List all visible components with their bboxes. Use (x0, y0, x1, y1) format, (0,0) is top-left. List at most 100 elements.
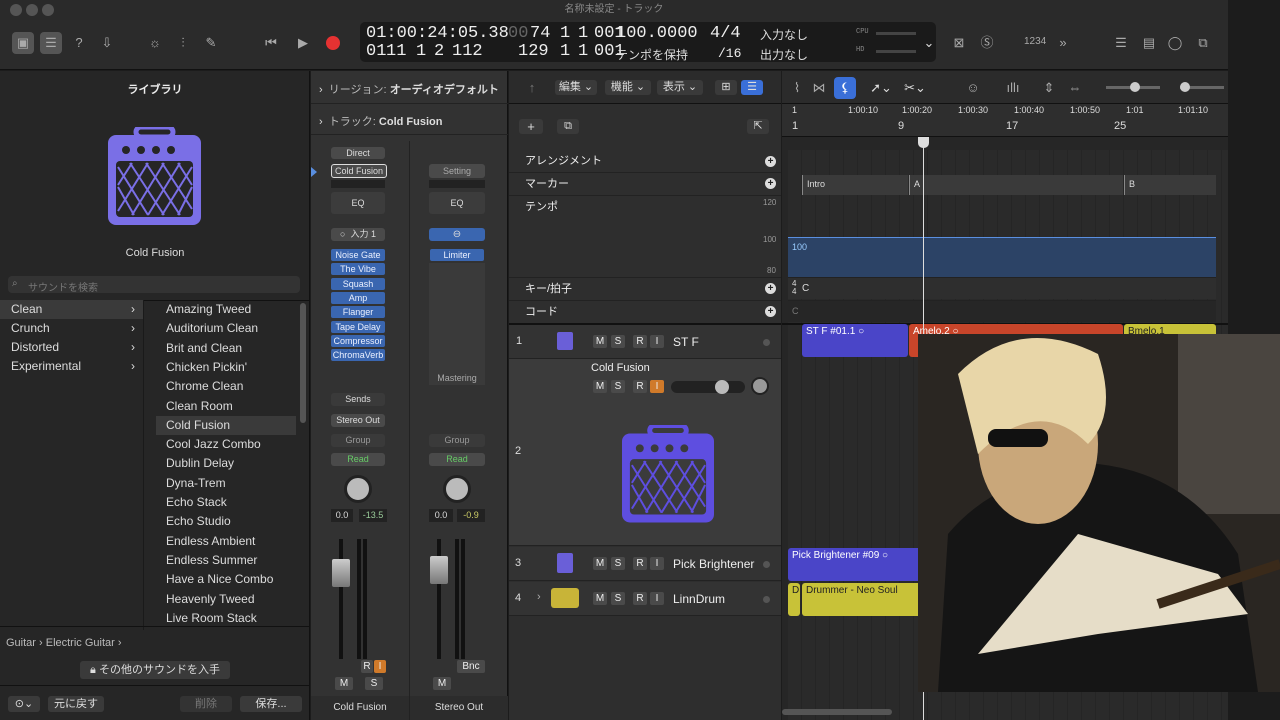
marker-intro[interactable]: Intro (802, 175, 908, 195)
pan-knob[interactable] (344, 475, 372, 503)
horizontal-fit-icon[interactable]: ⇔ (1064, 77, 1086, 99)
marker-a[interactable]: A (909, 175, 1123, 195)
list-icon[interactable]: ☰ (1110, 32, 1132, 54)
sound-item[interactable]: Heavenly Tweed (156, 590, 296, 609)
track-header[interactable]: 4 › M S R I LinnDrum (509, 582, 781, 616)
sound-item[interactable]: Cold Fusion (156, 415, 296, 435)
sound-item[interactable]: Brit and Clean (156, 339, 296, 358)
playhead-handle[interactable] (918, 137, 929, 148)
add-track-button[interactable]: + (519, 119, 543, 134)
tempo-curve[interactable]: 100 (788, 237, 1216, 277)
input-monitor-button[interactable]: I (650, 335, 664, 348)
automation-mode[interactable]: Read (429, 453, 485, 466)
chord-lane[interactable]: C (788, 300, 1216, 322)
solo-button[interactable]: S (611, 380, 625, 393)
add-chord-icon[interactable]: + (765, 306, 776, 317)
sound-item[interactable]: Dublin Delay (156, 454, 296, 473)
plugin-slot[interactable]: Flanger (331, 306, 385, 319)
lcd-tempo[interactable]: 100.0000 (616, 24, 698, 43)
play-icon[interactable]: ▶ (292, 32, 314, 54)
lcd-signature[interactable]: 4/4 (710, 24, 741, 43)
plugin-slot[interactable]: ChromaVerb (331, 349, 385, 362)
solo-button[interactable]: S (611, 557, 625, 570)
volume-fader[interactable] (332, 559, 350, 587)
track-name[interactable]: ST F (673, 335, 699, 349)
pointer-tool-icon[interactable]: ➚⌄ (870, 77, 892, 99)
record-enable-button[interactable]: R (633, 335, 647, 348)
smiley-menu-icon[interactable]: ☺⌄ (962, 77, 984, 117)
count-in-toggle[interactable]: 1234 (1024, 36, 1046, 47)
sound-item[interactable]: Echo Studio (156, 512, 296, 531)
plugin-slot[interactable]: Tape Delay (331, 320, 385, 333)
audio-region[interactable]: ST F #01.1 ○ (802, 324, 908, 357)
chevron-right-icon[interactable]: » (1052, 32, 1074, 54)
view-menu[interactable]: 表示 ⌄ (657, 80, 703, 95)
notepad-icon[interactable]: ▤ (1138, 32, 1160, 54)
eq-display[interactable] (429, 180, 485, 188)
sound-item[interactable]: Cool Jazz Combo (156, 435, 296, 454)
lcd-tempo-mode[interactable]: テンポを保持 (616, 46, 688, 63)
mastering-slot[interactable]: Mastering (429, 263, 485, 385)
library-toggle-icon[interactable]: ▣ (12, 32, 34, 54)
loop-browser-icon[interactable]: ◯ (1164, 32, 1186, 54)
eq-display[interactable] (331, 180, 385, 188)
vertical-fit-icon[interactable]: ⇕ (1038, 77, 1060, 99)
eq-button[interactable]: EQ (429, 192, 485, 214)
track-header[interactable]: 1 M S R I ST F (509, 325, 781, 359)
rewind-icon[interactable]: ⏮ (260, 32, 282, 54)
input-monitor-button[interactable]: I (374, 660, 386, 673)
save-button[interactable]: 保存... (240, 696, 302, 712)
add-arrangement-icon[interactable]: + (765, 156, 776, 167)
plugin-slot[interactable]: Noise Gate (331, 249, 385, 261)
horizontal-scrollbar[interactable] (782, 709, 892, 715)
plugin-slot[interactable]: Limiter (430, 249, 484, 261)
record-enable-button[interactable]: R (633, 380, 647, 393)
marker-track-label[interactable]: マーカー (509, 172, 781, 194)
plugin-slot[interactable]: Compressor (331, 334, 385, 347)
sound-item[interactable]: Endless Ambient (156, 532, 296, 551)
level-value[interactable]: -13.5 (359, 509, 387, 522)
track-name[interactable]: Cold Fusion (591, 362, 650, 374)
mute-button[interactable]: M (593, 557, 607, 570)
ruler[interactable]: 1 1:00:10 1:00:20 1:00:30 1:00:40 1:00:5… (782, 104, 1228, 137)
pan-value[interactable]: 0.0 (429, 509, 453, 522)
drummer-region-d[interactable]: D (788, 583, 800, 616)
bounce-button[interactable]: Bnc (457, 660, 485, 673)
record-enable-button[interactable]: R (361, 660, 373, 673)
minimize-icon[interactable] (26, 4, 38, 16)
vertical-zoom-slider[interactable] (1106, 82, 1160, 92)
track-header[interactable]: 3 M S R I Pick Brightener (509, 547, 781, 581)
browser-icon[interactable]: ⧉ (1192, 32, 1214, 54)
sound-item[interactable]: Auditorium Clean (156, 319, 296, 338)
eq-button[interactable]: EQ (331, 192, 385, 214)
mute-button[interactable]: M (593, 335, 607, 348)
group-slot[interactable]: Group (331, 434, 385, 447)
input-monitor-button[interactable]: I (650, 592, 664, 605)
group-slot[interactable]: Group (429, 434, 485, 447)
solo-button[interactable]: S (365, 677, 383, 690)
record-enable-button[interactable]: R (633, 557, 647, 570)
channel-name[interactable]: Cold Fusion (311, 696, 409, 720)
level-value[interactable]: -0.9 (457, 509, 485, 522)
volume-slider[interactable] (671, 380, 745, 394)
get-more-sounds-button[interactable]: 🔒︎ その他のサウンドを入手 (80, 661, 230, 679)
region-inspector-header[interactable]: › リージョン: オーディオデフォルト (311, 71, 508, 104)
sound-item[interactable]: Echo Stack (156, 493, 296, 512)
close-icon[interactable] (10, 4, 22, 16)
mute-button[interactable]: M (593, 592, 607, 605)
input-monitor-button[interactable]: I (650, 557, 664, 570)
mixer-icon[interactable]: ⫶ (172, 32, 194, 54)
marker-b[interactable]: B (1124, 175, 1216, 195)
pan-knob[interactable] (751, 377, 769, 395)
plugin-slot[interactable]: Amp (331, 291, 385, 304)
automation-icon[interactable]: ⌇ (786, 77, 808, 99)
track-header-selected[interactable]: 2 Cold Fusion M S R I (509, 359, 781, 546)
solo-button[interactable]: S (611, 592, 625, 605)
scissors-tool-icon[interactable]: ✂⌄ (904, 77, 926, 99)
list-view-icon[interactable]: ☰ (741, 80, 763, 95)
sound-item[interactable]: Dyna-Trem (156, 474, 296, 493)
arrangement-track-label[interactable]: アレンジメント (509, 150, 781, 172)
automation-mode[interactable]: Read (331, 453, 385, 466)
settings-icon[interactable]: ☼ (144, 32, 166, 54)
input-monitor-button[interactable]: I (650, 380, 664, 393)
